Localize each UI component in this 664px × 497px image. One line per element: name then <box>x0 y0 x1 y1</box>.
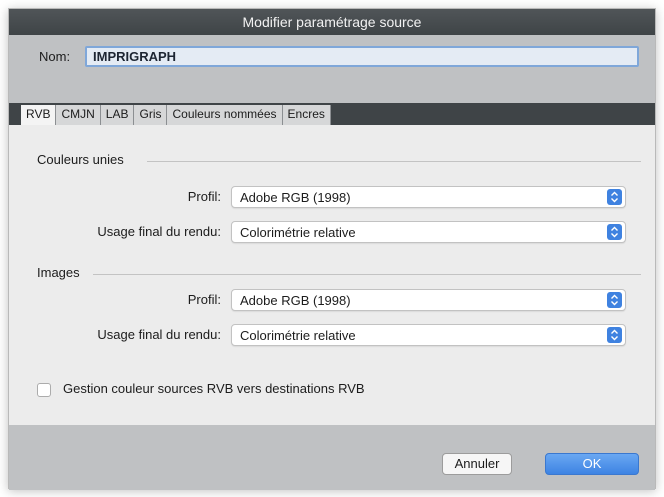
solid-profile-select[interactable]: Adobe RGB (1998) <box>231 186 626 208</box>
solid-intent-value: Colorimétrie relative <box>240 225 356 240</box>
tab-gris[interactable]: Gris <box>134 105 168 125</box>
solid-profile-value: Adobe RGB (1998) <box>240 190 351 205</box>
ok-button[interactable]: OK <box>545 453 639 475</box>
rgb-to-rgb-label: Gestion couleur sources RVB vers destina… <box>63 381 365 396</box>
source-settings-dialog: Modifier paramétrage source Nom: IMPRIGR… <box>8 8 656 490</box>
solid-intent-label: Usage final du rendu: <box>97 224 221 239</box>
solid-colors-group-label: Couleurs unies <box>37 152 124 167</box>
tab-cmjn[interactable]: CMJN <box>56 105 101 125</box>
tab-couleurs-nommees[interactable]: Couleurs nommées <box>167 105 283 125</box>
window-title: Modifier paramétrage source <box>9 9 655 35</box>
images-intent-select[interactable]: Colorimétrie relative <box>231 324 626 346</box>
select-arrows-icon <box>607 327 622 343</box>
images-divider <box>93 274 641 275</box>
solid-intent-select[interactable]: Colorimétrie relative <box>231 221 626 243</box>
select-arrows-icon <box>607 224 622 240</box>
select-arrows-icon <box>607 189 622 205</box>
select-arrows-icon <box>607 292 622 308</box>
images-profile-value: Adobe RGB (1998) <box>240 293 351 308</box>
images-group-label: Images <box>37 265 80 280</box>
tab-lab[interactable]: LAB <box>100 105 135 125</box>
images-profile-label: Profil: <box>187 292 221 307</box>
images-profile-select[interactable]: Adobe RGB (1998) <box>231 289 626 311</box>
images-intent-label: Usage final du rendu: <box>97 327 221 342</box>
name-input[interactable]: IMPRIGRAPH <box>85 46 639 67</box>
tab-bar: RVB CMJN LAB Gris Couleurs nommées Encre… <box>9 103 655 125</box>
cancel-button[interactable]: Annuler <box>442 453 512 475</box>
images-intent-value: Colorimétrie relative <box>240 328 356 343</box>
tab-encres[interactable]: Encres <box>282 105 331 125</box>
rgb-to-rgb-checkbox[interactable] <box>37 383 51 397</box>
tab-rvb[interactable]: RVB <box>21 105 57 125</box>
solid-profile-label: Profil: <box>187 189 221 204</box>
name-label: Nom: <box>39 49 71 64</box>
solid-colors-divider <box>147 161 641 162</box>
